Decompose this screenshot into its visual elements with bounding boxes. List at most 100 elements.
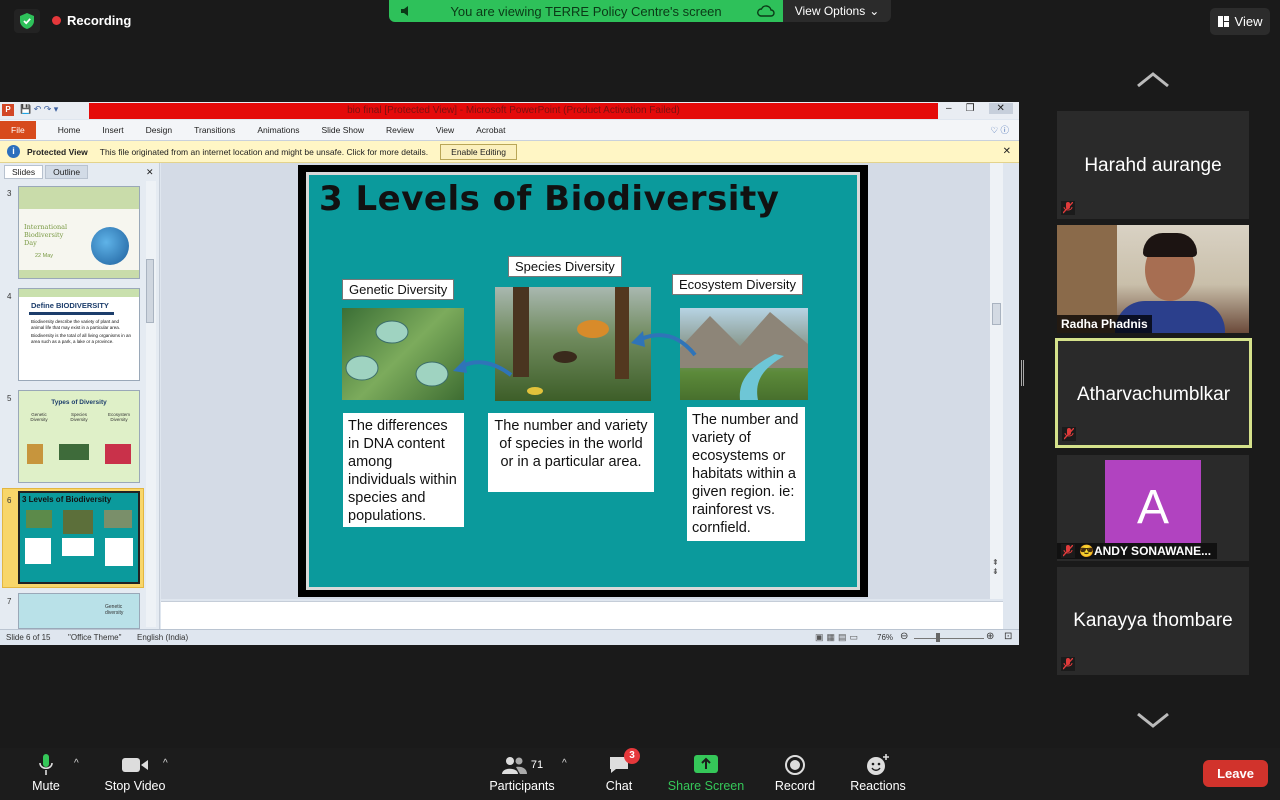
chevron-down-icon[interactable] bbox=[1136, 712, 1170, 728]
chevron-up-icon[interactable]: ^ bbox=[74, 758, 79, 769]
meeting-toolbar: Mute ^ Stop Video ^ 71 Participants ^ 3 … bbox=[0, 748, 1280, 800]
zoom-in-icon[interactable]: ⊕ bbox=[986, 631, 994, 642]
thumb-col: Species Diversity bbox=[70, 412, 88, 422]
view-options-button[interactable]: View Options ⌄ bbox=[783, 0, 891, 22]
window-title: bio final [Protected View] - Microsoft P… bbox=[89, 103, 938, 119]
mic-muted-icon bbox=[1061, 544, 1075, 558]
pane-scrollbar[interactable] bbox=[146, 181, 156, 627]
tab-slides[interactable]: Slides bbox=[4, 165, 44, 179]
reactions-button[interactable]: Reactions bbox=[846, 754, 910, 793]
tab-insert[interactable]: Insert bbox=[102, 125, 123, 135]
fit-to-window-icon[interactable]: ⊡ bbox=[1004, 631, 1012, 642]
restore-icon[interactable]: ❐ bbox=[966, 103, 975, 114]
participant-name: Atharvachumblkar bbox=[1076, 384, 1231, 405]
cloud-icon bbox=[757, 5, 775, 17]
tab-view[interactable]: View bbox=[436, 125, 454, 135]
slide-thumbnail-4[interactable]: Define BIODIVERSITY Biodiversity describ… bbox=[18, 288, 140, 381]
zoom-level: 76% bbox=[877, 633, 894, 642]
shield-info-icon: i bbox=[7, 145, 20, 158]
participant-tile-active-speaker[interactable]: Atharvachumblkar bbox=[1055, 338, 1252, 448]
slide-scrollbar[interactable]: ⇞ ⇟ bbox=[990, 163, 1003, 599]
tab-review[interactable]: Review bbox=[386, 125, 414, 135]
participant-tile[interactable]: Harahd aurange bbox=[1057, 111, 1249, 219]
current-slide: 3 Levels of Biodiversity Genetic Diversi… bbox=[298, 165, 868, 597]
slide-thumbnail-6[interactable]: 3 Levels of Biodiversity bbox=[18, 491, 140, 584]
minimize-icon[interactable]: – bbox=[946, 103, 952, 114]
view-button[interactable]: View bbox=[1210, 8, 1270, 35]
ribbon-tabs: File Home Insert Design Transitions Anim… bbox=[0, 120, 1019, 141]
help-icon[interactable]: ♡ ⓘ bbox=[991, 124, 1009, 136]
chat-button[interactable]: 3 Chat bbox=[602, 748, 640, 793]
arrow-left-icon bbox=[453, 359, 513, 377]
slide-count: Slide 6 of 15 bbox=[6, 633, 51, 642]
record-button[interactable]: Record bbox=[772, 754, 818, 793]
participant-video-tile[interactable]: Radha Phadnis bbox=[1057, 225, 1249, 333]
quick-access-toolbar[interactable]: 💾 ↶ ↷ ▾ bbox=[20, 104, 58, 115]
security-shield-icon[interactable] bbox=[14, 9, 40, 33]
notes-pane[interactable] bbox=[161, 601, 1003, 629]
protected-view-bar: i Protected View This file originated fr… bbox=[0, 141, 1019, 163]
tab-outline[interactable]: Outline bbox=[45, 165, 89, 179]
ecosystem-river-image bbox=[680, 308, 808, 400]
thumb-bullet: Biodiversity is the total of all living … bbox=[31, 333, 132, 344]
tab-file[interactable]: File bbox=[0, 121, 36, 139]
participant-tile[interactable]: Kanayya thombare bbox=[1057, 567, 1249, 675]
chevron-up-icon[interactable]: ^ bbox=[163, 758, 168, 769]
close-icon[interactable]: ✕ bbox=[988, 103, 1013, 114]
ecosystem-diversity-description: The number and variety of ecosystems or … bbox=[687, 407, 805, 541]
thumb-title: Types of Diversity bbox=[51, 399, 107, 406]
mute-button[interactable]: Mute bbox=[28, 754, 64, 793]
participant-name: 😎ANDY SONAWANE... bbox=[1057, 543, 1218, 559]
slide-thumbnail-3[interactable]: International Biodiversity Day 22 May bbox=[18, 186, 140, 279]
tab-animations[interactable]: Animations bbox=[257, 125, 299, 135]
participants-label: Participants bbox=[489, 779, 555, 793]
tab-home[interactable]: Home bbox=[58, 125, 81, 135]
thumb-col: Ecosystem Diversity bbox=[107, 412, 130, 422]
tab-transitions[interactable]: Transitions bbox=[194, 125, 235, 135]
scroll-arrows-icon[interactable]: ⇞ ⇟ bbox=[992, 558, 999, 576]
share-screen-icon bbox=[694, 755, 718, 773]
close-message-bar-icon[interactable]: ✕ bbox=[1003, 146, 1011, 157]
tab-design[interactable]: Design bbox=[146, 125, 172, 135]
mic-muted-icon bbox=[1061, 657, 1075, 671]
share-screen-button[interactable]: Share Screen bbox=[665, 754, 747, 793]
protected-view-label: Protected View bbox=[27, 146, 88, 157]
chevron-up-icon[interactable] bbox=[1136, 72, 1170, 88]
species-diversity-description: The number and variety of species in the… bbox=[488, 413, 654, 492]
speaker-icon bbox=[401, 6, 408, 16]
view-options-label: View Options bbox=[794, 4, 866, 18]
screen-share-banner: You are viewing TERRE Policy Centre's sc… bbox=[389, 0, 783, 22]
thumb-title: 3 Levels of Biodiversity bbox=[22, 495, 112, 504]
thumb-title: Genetic diversity bbox=[105, 604, 124, 616]
globe-icon bbox=[91, 227, 129, 265]
zoom-out-icon[interactable]: ⊖ bbox=[900, 631, 908, 642]
tab-acrobat[interactable]: Acrobat bbox=[476, 125, 505, 135]
window-controls[interactable]: – ❐ ✕ bbox=[946, 103, 1013, 114]
thumb-bullet: Biodiversity describe the variety of pla… bbox=[31, 319, 121, 330]
slide-thumbnail-7[interactable]: Genetic diversity bbox=[18, 593, 140, 629]
stop-video-button[interactable]: Stop Video bbox=[100, 754, 170, 793]
thumb-col: Genetic Diversity bbox=[30, 412, 48, 422]
panel-resize-handle[interactable] bbox=[1021, 360, 1024, 386]
participants-button[interactable]: 71 Participants bbox=[486, 754, 558, 793]
slide-number: 6 bbox=[7, 496, 12, 505]
mute-label: Mute bbox=[32, 779, 60, 793]
participants-count: 71 bbox=[530, 759, 544, 771]
slide-thumbnail-5[interactable]: Types of Diversity Genetic Diversity Spe… bbox=[18, 390, 140, 483]
stop-video-label: Stop Video bbox=[104, 779, 166, 793]
ecosystem-diversity-label: Ecosystem Diversity bbox=[672, 274, 804, 295]
tab-slide-show[interactable]: Slide Show bbox=[321, 125, 364, 135]
frogs-image bbox=[342, 308, 464, 400]
species-diversity-label: Species Diversity bbox=[508, 256, 622, 277]
participant-tile[interactable]: A 😎ANDY SONAWANE... bbox=[1057, 455, 1249, 561]
zoom-slider[interactable]: ⊖ ⊕ bbox=[900, 631, 1000, 643]
leave-button[interactable]: Leave bbox=[1203, 760, 1268, 787]
thumb-title: International Biodiversity Day bbox=[24, 223, 68, 247]
enable-editing-button[interactable]: Enable Editing bbox=[440, 143, 517, 160]
thumb-title: Define BIODIVERSITY bbox=[31, 301, 109, 310]
chevron-up-icon[interactable]: ^ bbox=[562, 758, 567, 769]
protected-view-message[interactable]: This file originated from an internet lo… bbox=[100, 147, 428, 157]
slide-canvas: 3 Levels of Biodiversity Genetic Diversi… bbox=[304, 170, 862, 592]
view-buttons[interactable]: ▣▦▤▭ bbox=[815, 632, 861, 643]
close-pane-icon[interactable]: ✕ bbox=[146, 167, 154, 178]
